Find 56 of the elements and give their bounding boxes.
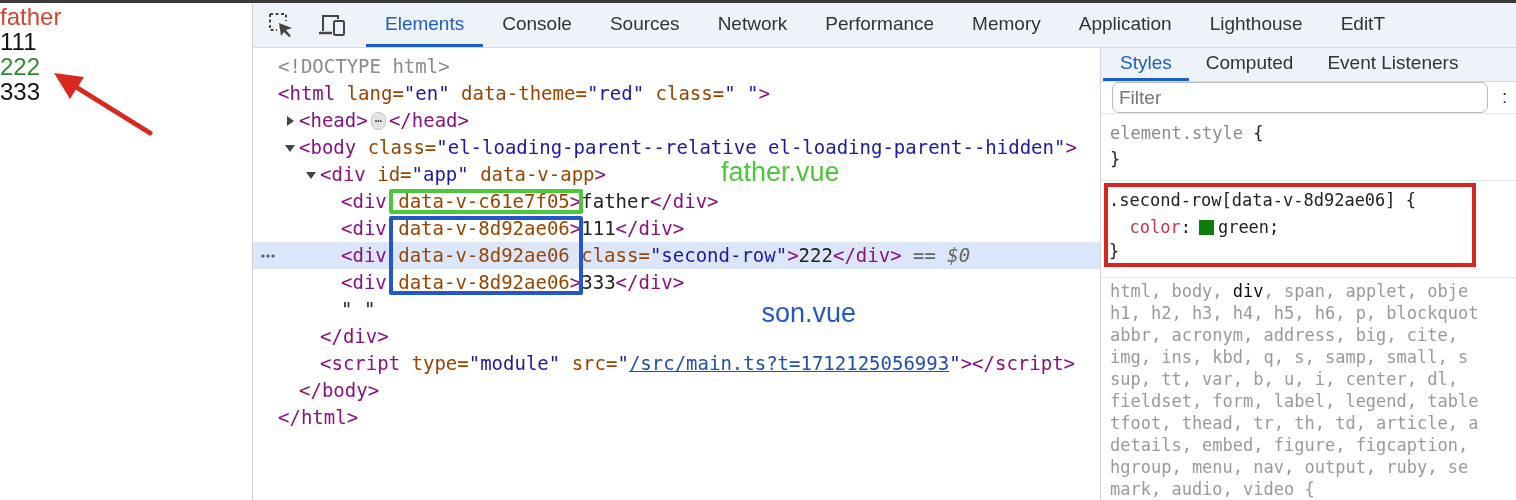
closing-brace: } (1109, 241, 1120, 261)
css-selector-line: img, ins, kbd, q, s, samp, small, s (1110, 346, 1469, 368)
devtools-tab[interactable]: Lighthouse (1190, 3, 1322, 47)
devtools-tab[interactable]: Application (1059, 3, 1191, 47)
more-icon[interactable] (261, 254, 275, 258)
devtools-tab[interactable]: Memory (953, 3, 1060, 47)
css-selector-line: mark, audio, video { (1110, 478, 1315, 500)
code-text: <script type="module" src=" (320, 351, 629, 377)
css-property: color: (1129, 216, 1191, 239)
css-selector-line: html, body, div, span, applet, obje (1110, 280, 1469, 302)
caret-down-icon[interactable] (306, 169, 316, 180)
css-selector-line: hgroup, menu, nav, output, ruby, se (1110, 456, 1469, 478)
ellipsis-button[interactable]: ⋯ (370, 111, 386, 130)
css-selector-line: h1, h2, h3, h4, h5, h6, p, blockquot (1110, 302, 1479, 324)
filter-field[interactable]: Filter (1112, 82, 1488, 113)
page-text: 333 (0, 79, 41, 104)
caret-down-icon[interactable] (285, 142, 295, 153)
selected-row[interactable]: <div data-v-8d92ae06 class="second-row">222</div> == $0 (253, 242, 1100, 269)
panel-tab[interactable]: Event Listeners (1310, 48, 1476, 81)
code-text: </body> (299, 378, 380, 404)
devtools-tab[interactable]: Network (698, 3, 807, 47)
panel-tab[interactable]: Computed (1188, 48, 1311, 81)
css-selector: element.style { (1110, 122, 1265, 145)
annotation-label: son.vue (761, 298, 856, 328)
code-text: <div data-v-8d92ae06 class="second-row">222</div> (341, 243, 902, 269)
devtools-tab[interactable]: Console (483, 3, 591, 47)
css-selector-line: abbr, acronym, address, big, cite, (1110, 324, 1458, 346)
page-text: father (0, 4, 62, 29)
code-text: </head> (388, 108, 469, 134)
devtools-tab[interactable]: Performance (806, 3, 954, 47)
code-text: "></script> (949, 351, 1076, 377)
css-selector-line: tfoot, thead, tr, th, td, article, a (1110, 412, 1479, 434)
devtools-tab[interactable]: Sources (590, 3, 699, 47)
code-text: <head> (299, 108, 368, 134)
css-selector-line: details, embed, figure, figcaption, (1110, 434, 1469, 456)
code-text: </html> (278, 405, 359, 431)
selection-hint: == $0 (913, 243, 971, 269)
code-text: <html lang="en" data-theme="red" class=" "> (278, 81, 770, 107)
caret-right-icon[interactable] (285, 115, 295, 126)
code-text: <div id="app" data-v-app> (320, 162, 607, 188)
source-link[interactable]: /src/main.ts?t=1712125056993 (628, 349, 950, 378)
css-selector: .second-row[data-v-8d92ae06] { (1109, 189, 1417, 212)
filter-menu[interactable]: : (1502, 83, 1508, 112)
inspect-icon[interactable] (268, 12, 294, 38)
page-text: 111 (0, 29, 37, 54)
css-selector-line: fieldset, form, label, legend, table (1110, 390, 1479, 412)
css-selector-line: sup, tt, var, b, u, i, center, dl, (1110, 368, 1458, 390)
code-text: </div> (320, 324, 389, 350)
color-swatch[interactable] (1198, 220, 1214, 235)
devtools-tab[interactable]: EditT (1321, 3, 1404, 47)
device-icon[interactable] (318, 13, 346, 37)
code-text: <!DOCTYPE html> (278, 54, 450, 80)
css-value: green; (1217, 216, 1280, 239)
code-text: " " (341, 297, 376, 323)
page-text: 222 (0, 54, 41, 79)
closing-brace: } (1110, 148, 1121, 171)
